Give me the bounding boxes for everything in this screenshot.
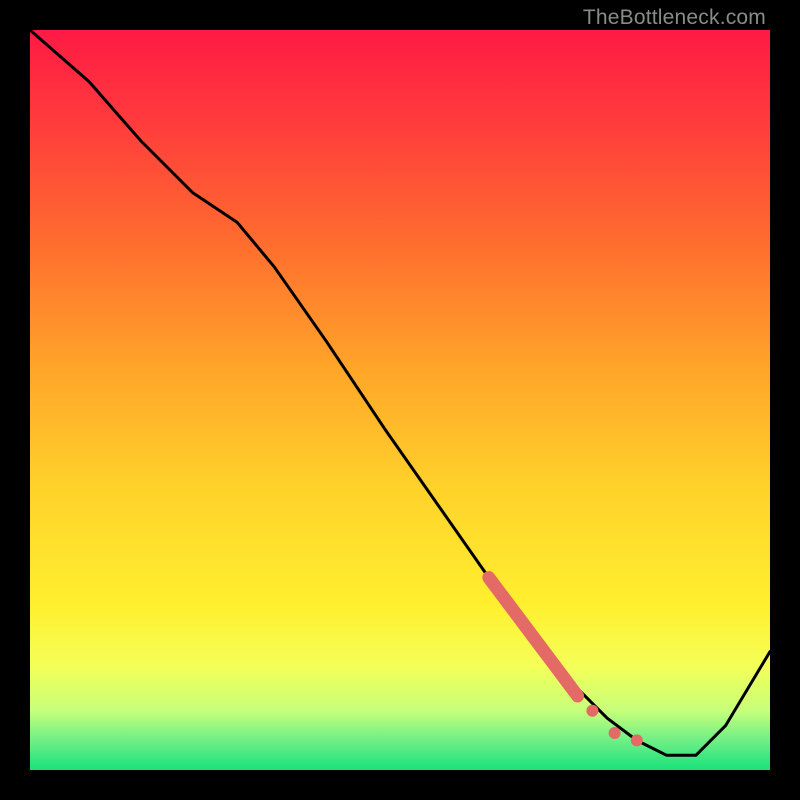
highlight-dot [586, 705, 598, 717]
watermark-text: TheBottleneck.com [583, 6, 766, 30]
highlight-segment [489, 578, 578, 696]
bottleneck-curve [30, 30, 770, 755]
highlight-dot [609, 727, 621, 739]
chart-frame [30, 30, 770, 770]
chart-svg [30, 30, 770, 770]
highlight-dot [631, 734, 643, 746]
